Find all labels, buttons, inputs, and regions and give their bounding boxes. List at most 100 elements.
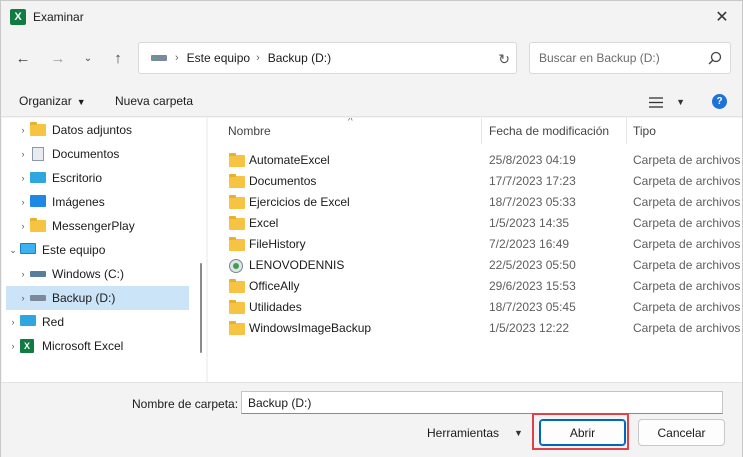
nav-item-datos-adjuntos[interactable]: › Datos adjuntos [16,118,206,142]
column-divider[interactable] [481,118,482,144]
folder-icon [229,153,245,167]
caret-down-icon: ▼ [676,97,685,107]
chevron-right-icon[interactable]: › [16,173,30,183]
chevron-right-icon[interactable]: › [256,52,260,64]
back-arrow-icon[interactable]: ← [10,45,36,71]
folder-icon [30,218,46,233]
file-date: 25/8/2023 04:19 [489,153,576,167]
folder-name-value: Backup (D:) [248,395,312,410]
file-row[interactable]: Ejercicios de Excel 18/7/2023 05:33 Carp… [208,191,742,212]
chevron-right-icon[interactable]: › [16,269,30,279]
cancel-button[interactable]: Cancelar [638,419,725,446]
navigation-pane: › Datos adjuntos › Documentos › Escritor… [2,118,206,382]
column-header-name[interactable]: Nombre [228,118,271,144]
folder-icon [229,300,245,314]
file-date: 1/5/2023 12:22 [489,321,570,335]
navpane-scrollbar[interactable] [200,263,202,353]
column-header-type[interactable]: Tipo [633,118,656,144]
chevron-down-icon[interactable]: ⌄ [75,45,101,71]
file-row[interactable]: OfficeAlly 29/6/2023 15:53 Carpeta de ar… [208,275,742,296]
file-row[interactable]: Documentos 17/7/2023 17:23 Carpeta de ar… [208,170,742,191]
file-name: AutomateExcel [249,153,330,167]
nav-item-label: MessengerPlay [52,219,135,233]
title-bar: X Examinar ✕ [1,1,742,33]
nav-item-label: Imágenes [52,195,105,209]
this-pc-icon [20,243,36,257]
file-type: Carpeta de archivos [633,258,741,272]
column-header-date[interactable]: Fecha de modificación [489,118,609,144]
chevron-right-icon[interactable]: › [16,293,30,303]
browse-dialog: X Examinar ✕ ← → ⌄ ↑ › Este equipo › Bac… [0,0,743,457]
file-date: 1/5/2023 14:35 [489,216,570,230]
open-button[interactable]: Abrir [539,419,626,446]
file-date: 18/7/2023 05:33 [489,195,576,209]
file-type: Carpeta de archivos [633,321,741,335]
file-row[interactable]: Excel 1/5/2023 14:35 Carpeta de archivos [208,212,742,233]
nav-item-documentos[interactable]: › Documentos [16,142,206,166]
folder-icon [229,237,245,251]
file-name: Excel [249,216,279,230]
documents-icon [30,147,46,161]
folder-name-field[interactable]: Backup (D:) [241,391,723,414]
chevron-right-icon[interactable]: › [6,317,20,327]
forward-arrow-icon[interactable]: → [45,45,71,71]
column-divider[interactable] [626,118,627,144]
breadcrumb-backup[interactable]: Backup (D:) [268,51,331,65]
refresh-icon[interactable]: ↻ [498,51,510,68]
folder-icon [229,321,245,335]
open-button-label: Abrir [569,425,596,440]
windows-drive-icon [30,267,46,281]
nav-item-label: Backup (D:) [52,291,116,305]
file-type: Carpeta de archivos [633,216,741,230]
file-date: 29/6/2023 15:53 [489,279,576,293]
file-type: Carpeta de archivos [633,174,741,188]
close-icon[interactable]: ✕ [708,3,736,31]
nav-item-label: Este equipo [42,243,106,257]
search-input[interactable]: Buscar en Backup (D:) [529,42,731,74]
file-date: 18/7/2023 05:45 [489,300,576,314]
file-row[interactable]: LENOVODENNIS 22/5/2023 05:50 Carpeta de … [208,254,742,275]
organize-menu[interactable]: Organizar ▼ [19,94,86,108]
breadcrumb-this-pc[interactable]: Este equipo [187,51,250,65]
nav-item-windows-c[interactable]: › Windows (C:) [16,262,206,286]
tools-menu[interactable]: Herramientas [427,426,499,440]
chevron-down-icon[interactable]: ⌄ [6,245,20,256]
folder-icon [30,122,46,137]
chevron-right-icon[interactable]: › [16,149,30,159]
pictures-icon [30,195,46,209]
chevron-right-icon[interactable]: › [6,341,20,351]
up-arrow-icon[interactable]: ↑ [105,45,131,71]
nav-item-label: Escritorio [52,171,103,185]
chevron-right-icon[interactable]: › [16,125,30,135]
file-date: 22/5/2023 05:50 [489,258,576,272]
nav-item-label: Datos adjuntos [52,123,133,137]
nav-item-backup-d[interactable]: › Backup (D:) [6,286,189,310]
nav-item-escritorio[interactable]: › Escritorio [16,166,206,190]
nav-item-microsoft-excel[interactable]: › X Microsoft Excel [6,334,201,358]
folder-icon [229,174,245,188]
help-icon[interactable]: ? [712,94,727,109]
file-type: Carpeta de archivos [633,279,741,293]
desktop-icon [30,171,46,185]
nav-item-messengerplay[interactable]: › MessengerPlay [16,214,206,238]
folder-icon [229,195,245,209]
folder-icon [229,216,245,230]
new-folder-button[interactable]: Nueva carpeta [115,94,193,108]
sort-ascending-icon: ^ [348,118,353,127]
nav-item-imagenes[interactable]: › Imágenes [16,190,206,214]
file-row[interactable]: AutomateExcel 25/8/2023 04:19 Carpeta de… [208,149,742,170]
search-placeholder: Buscar en Backup (D:) [539,51,660,65]
view-menu[interactable]: ▼ [649,93,685,111]
chevron-right-icon[interactable]: › [16,221,30,231]
nav-item-este-equipo[interactable]: ⌄ Este equipo [6,238,201,262]
dialog-footer: Nombre de carpeta: Backup (D:) Herramien… [1,382,742,457]
file-row[interactable]: FileHistory 7/2/2023 16:49 Carpeta de ar… [208,233,742,254]
file-name: Ejercicios de Excel [249,195,350,209]
nav-item-red[interactable]: › Red [6,310,201,334]
file-row[interactable]: Utilidades 18/7/2023 05:45 Carpeta de ar… [208,296,742,317]
chevron-right-icon[interactable]: › [16,197,30,207]
address-bar[interactable]: › Este equipo › Backup (D:) ↻ [138,42,517,74]
chevron-right-icon[interactable]: › [175,52,179,64]
caret-down-icon[interactable]: ▼ [514,428,523,438]
file-row[interactable]: WindowsImageBackup 1/5/2023 12:22 Carpet… [208,317,742,338]
